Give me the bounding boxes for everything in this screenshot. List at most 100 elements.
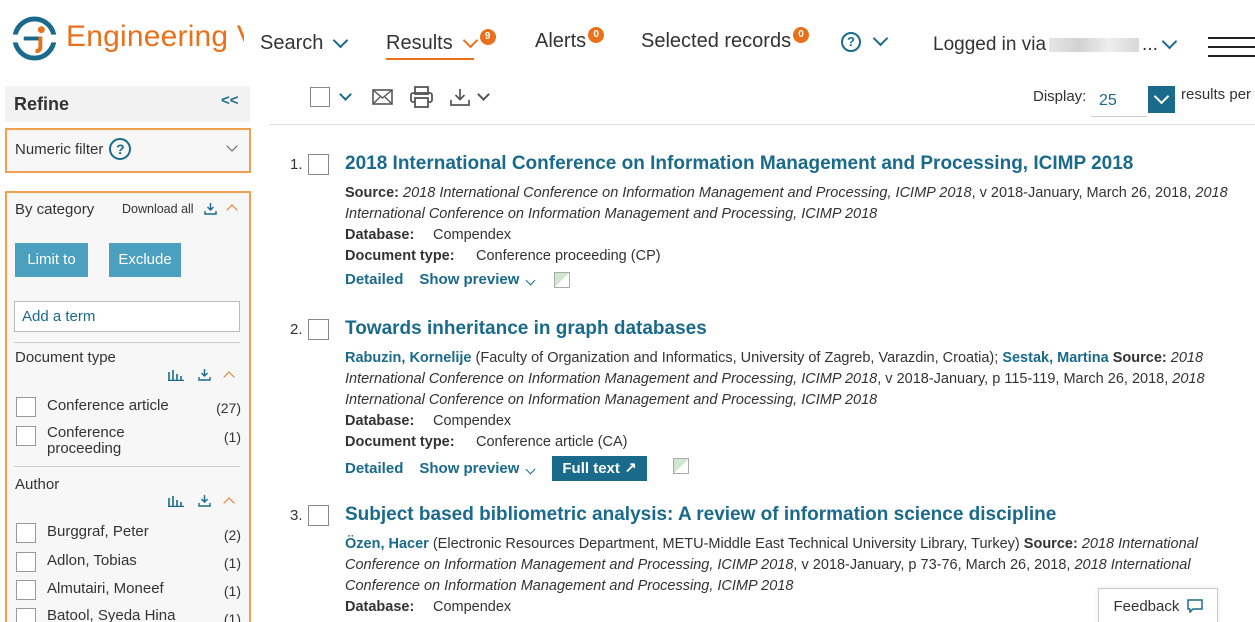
results-count-badge: 9 [479, 28, 496, 45]
database-label: Database: [345, 227, 415, 243]
nav-help[interactable]: ? [841, 30, 889, 52]
facet-item-label[interactable]: Batool, Syeda Hina [47, 607, 175, 622]
chevron-down-icon [1153, 88, 1170, 105]
email-icon[interactable] [372, 89, 393, 105]
source-details: , v 2018-January, p 115-119, March 26, 2… [877, 371, 1169, 387]
download-icon[interactable] [204, 202, 217, 215]
facet-item-label[interactable]: Conference article [47, 397, 169, 414]
source-text: Conference on Information Management and… [345, 557, 794, 573]
show-preview-link[interactable]: Show preview [419, 460, 536, 477]
chevron-down-icon[interactable] [339, 88, 352, 101]
facet-item-label[interactable]: Conference proceeding [47, 425, 125, 457]
chevron-down-icon [1161, 33, 1178, 50]
checkbox-conference-proceeding[interactable] [16, 426, 36, 446]
checkbox-author[interactable] [16, 523, 36, 543]
results-per-page-dropdown-button[interactable] [1148, 86, 1175, 113]
download-icon[interactable] [198, 368, 211, 381]
source-text: 2018 International [1074, 557, 1191, 573]
database-value: Compendex [433, 599, 512, 615]
checkbox-author[interactable] [16, 580, 36, 600]
redacted-institution [1049, 38, 1140, 52]
source-text: International Conference on Information … [345, 371, 878, 387]
nav-results[interactable]: Results 9 [386, 28, 496, 55]
result-actions: Detailed Show preview Full text ↗ [345, 456, 689, 481]
chart-icon[interactable] [168, 369, 184, 381]
author-link[interactable]: Rabuzin, Kornelije [345, 350, 472, 366]
download-icon[interactable] [198, 494, 211, 507]
database-label: Database: [345, 599, 415, 615]
detailed-link[interactable]: Detailed [345, 271, 403, 288]
facet-item-count: (1) [223, 611, 241, 622]
checkbox-author[interactable] [16, 608, 36, 622]
source-text: 2018 International Conference on Informa… [403, 185, 972, 201]
document-type-heading: Document type [15, 349, 116, 366]
menu-icon[interactable] [1208, 37, 1255, 57]
exclude-button[interactable]: Exclude [109, 243, 181, 277]
print-icon[interactable] [410, 86, 433, 108]
select-all-checkbox[interactable] [310, 87, 330, 107]
chevron-down-icon [333, 32, 349, 48]
facet-item-count: (1) [223, 583, 241, 599]
author-affiliation: (Faculty of Organization and Informatics… [471, 350, 999, 366]
alerts-count-badge: 0 [588, 26, 605, 43]
results-per-page-select[interactable]: 25 [1091, 86, 1147, 117]
result-checkbox[interactable] [308, 319, 329, 340]
source-text: International Conference on Information … [345, 392, 878, 408]
database-value: Compendex [433, 413, 512, 429]
chevron-up-icon[interactable] [223, 370, 235, 383]
result-database: Database: Compendex [345, 225, 1245, 246]
facet-item-label[interactable]: Adlon, Tobias [47, 552, 137, 569]
nav-logged-in[interactable]: Logged in via ... [933, 33, 1178, 56]
nav-alerts[interactable]: Alerts 0 [535, 26, 605, 53]
external-link-icon: ↗ [624, 460, 637, 477]
nav-search[interactable]: Search [260, 32, 349, 55]
logo-text[interactable]: Engineering V [66, 20, 244, 54]
detailed-link[interactable]: Detailed [345, 460, 403, 477]
result-checkbox[interactable] [308, 505, 329, 526]
add-term-input[interactable] [14, 301, 240, 332]
result-title-link[interactable]: Towards inheritance in graph databases [345, 318, 707, 340]
source-text: 2018 [1172, 371, 1205, 387]
limit-to-button[interactable]: Limit to [15, 243, 88, 277]
doctype-value: Conference article (CA) [476, 434, 628, 450]
full-text-button[interactable]: Full text ↗ [552, 456, 647, 481]
chart-icon[interactable] [168, 495, 184, 507]
result-database: Database: Compendex [345, 411, 1245, 432]
source-text: 2018 [1170, 350, 1204, 366]
result-doctype: Document type: Conference proceeding (CP) [345, 246, 1245, 267]
download-icon[interactable] [450, 88, 470, 106]
result-title-link[interactable]: Subject based bibliometric analysis: A r… [345, 504, 1056, 526]
chevron-down-icon [462, 32, 478, 48]
result-checkbox[interactable] [308, 154, 329, 175]
feedback-button[interactable]: Feedback [1098, 588, 1218, 622]
facet-item-count: (2) [223, 527, 241, 543]
checkbox-author[interactable] [16, 552, 36, 572]
checkbox-conference-article[interactable] [16, 397, 36, 417]
facet-item-label[interactable]: Burggraf, Peter [47, 523, 149, 540]
source-label: Source: [1112, 350, 1167, 366]
nav-alerts-label: Alerts [535, 30, 587, 52]
by-category-label: By category [15, 201, 95, 218]
chevron-up-icon[interactable] [223, 496, 235, 509]
show-preview-label: Show preview [419, 460, 520, 477]
facet-item-label-line2: proceeding [47, 440, 122, 457]
refine-title: Refine [14, 94, 70, 114]
show-preview-link[interactable]: Show preview [419, 271, 536, 288]
chevron-down-icon[interactable] [477, 88, 490, 101]
result-doctype: Document type: Conference article (CA) [345, 432, 1245, 453]
download-all-link[interactable]: Download all [122, 202, 194, 216]
help-icon: ? [841, 32, 861, 52]
numeric-filter-toggle[interactable]: Numeric filter ? [15, 138, 132, 160]
author-link[interactable]: Sestak, Martina [1002, 350, 1108, 366]
result-title-link[interactable]: 2018 International Conference on Informa… [345, 153, 1133, 175]
author-heading: Author [15, 476, 60, 493]
help-icon[interactable]: ? [109, 138, 132, 160]
source-label: Source: [1023, 536, 1078, 552]
result-number: 3. [290, 507, 303, 524]
selected-records-badge: 0 [793, 26, 810, 43]
nav-selected-records[interactable]: Selected records 0 [641, 26, 810, 53]
collapse-sidebar-button[interactable]: << [221, 92, 239, 109]
engineering-village-logo-icon [12, 16, 57, 61]
facet-item-label[interactable]: Almutairi, Moneef [47, 580, 164, 597]
author-link[interactable]: Özen, Hacer [345, 536, 429, 552]
